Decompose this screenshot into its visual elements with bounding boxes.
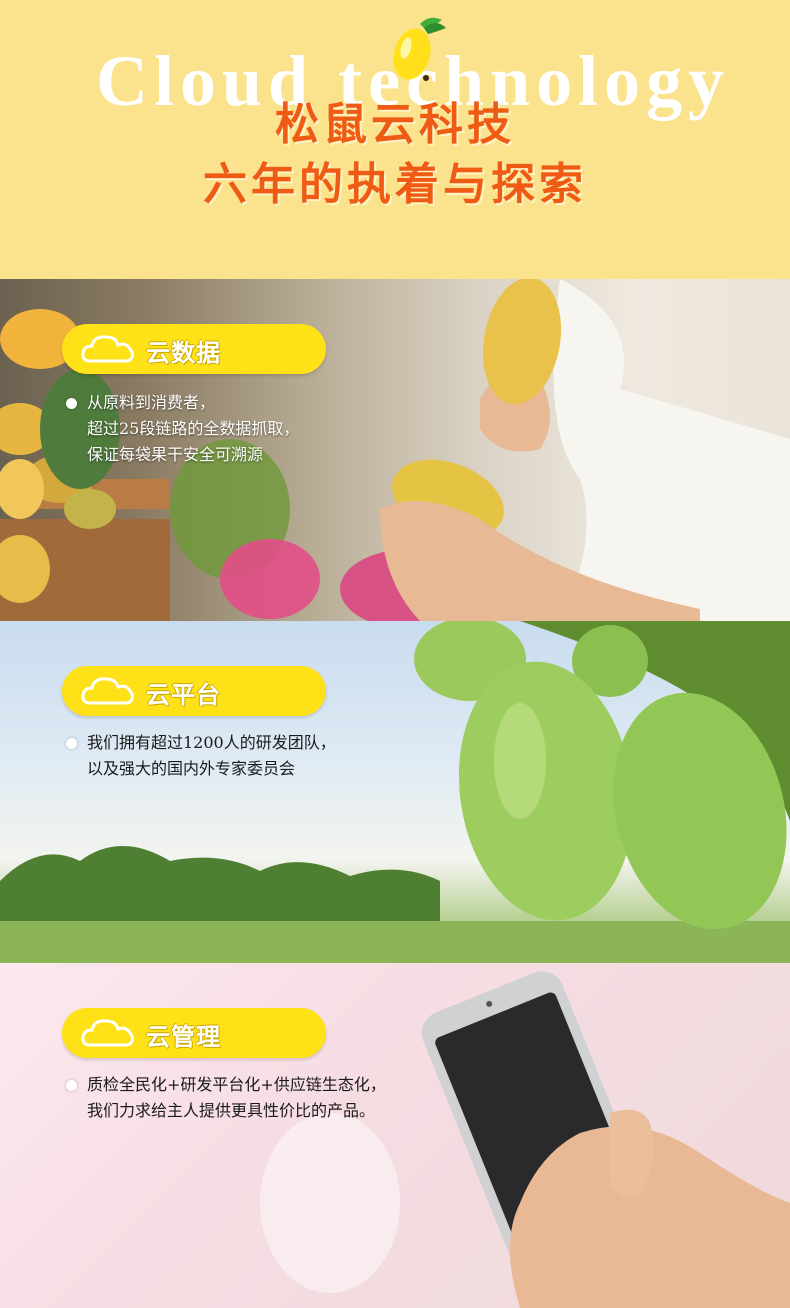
pill-cloud-platform: 云平台 bbox=[62, 666, 326, 716]
description-line: 从原料到消费者， bbox=[87, 393, 216, 412]
description-line: 保证每袋果干安全可溯源 bbox=[87, 445, 264, 464]
cloud-icon bbox=[81, 677, 134, 705]
pill-label: 云数据 bbox=[146, 339, 221, 367]
section-cloud-platform: 云平台 我们拥有超过1200人的研发团队， 以及强大的国内外专家委员会 bbox=[0, 621, 790, 963]
bullet-dot-icon bbox=[66, 738, 77, 749]
description-line: 我们拥有超过1200人的研发团队， bbox=[87, 733, 336, 752]
description-line: 质检全民化+研发平台化+供应链生态化， bbox=[87, 1075, 386, 1094]
section-cloud-management: 云管理 质检全民化+研发平台化+供应链生态化， 我们力求给主人提供更具性价比的产… bbox=[0, 963, 790, 1308]
pill-cloud-management: 云管理 bbox=[62, 1008, 326, 1058]
bullet-dot-icon bbox=[66, 1080, 77, 1091]
cloud-icon bbox=[81, 335, 134, 363]
page-title: 松鼠云科技 bbox=[275, 99, 515, 150]
header-banner: Cloud technology 松鼠云科技 六年的执着与探索 bbox=[0, 0, 790, 279]
pill-label: 云管理 bbox=[146, 1023, 221, 1051]
pill-cloud-data: 云数据 bbox=[62, 324, 326, 374]
page-subtitle: 六年的执着与探索 bbox=[203, 159, 587, 210]
description-line: 以及强大的国内外专家委员会 bbox=[87, 759, 296, 778]
description-line: 我们力求给主人提供更具性价比的产品。 bbox=[87, 1101, 376, 1120]
description-line: 超过25段链路的全数据抓取， bbox=[87, 419, 300, 438]
pill-label: 云平台 bbox=[146, 681, 221, 709]
section-cloud-data: 云数据 从原料到消费者， 超过25段链路的全数据抓取， 保证每袋果干安全可溯源 bbox=[0, 279, 790, 621]
bullet-dot-icon bbox=[66, 398, 77, 409]
cloud-icon bbox=[81, 1019, 134, 1047]
mango-logo-icon bbox=[393, 17, 446, 81]
